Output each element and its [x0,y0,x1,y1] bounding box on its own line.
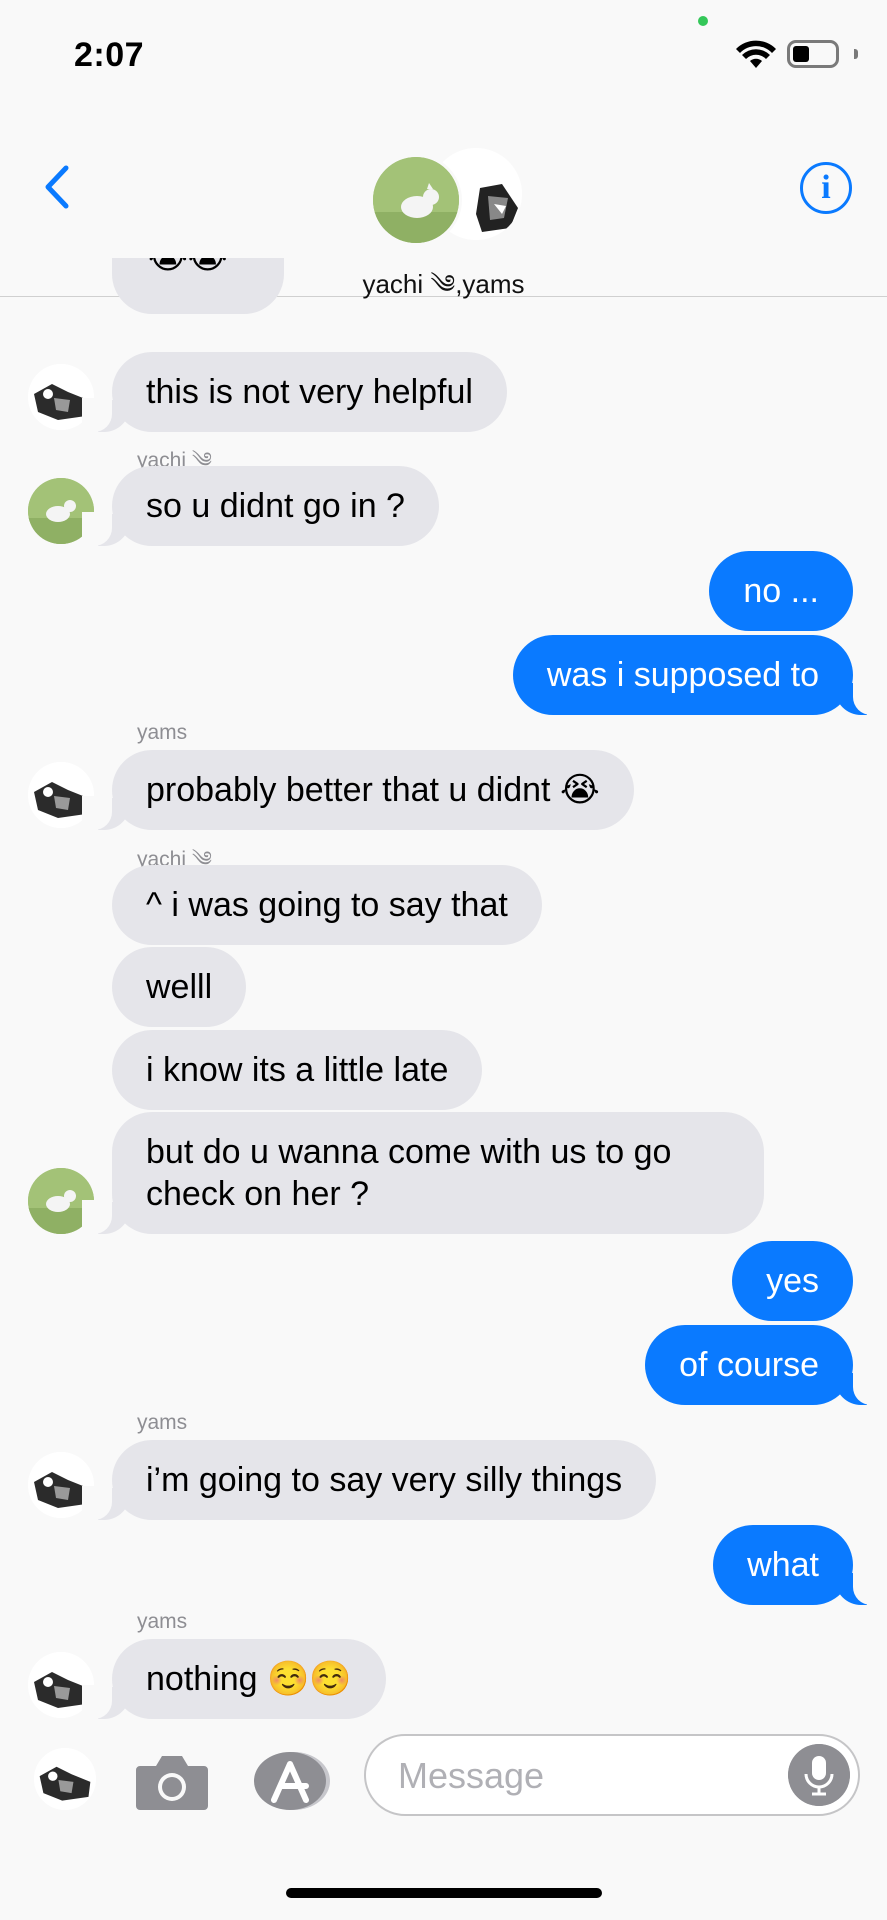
message-text: 😭😭 [148,258,227,278]
message-field[interactable] [364,1734,860,1816]
message-text: so u didnt go in ? [146,487,405,525]
message-bubble-incoming[interactable]: this is not very helpful [82,352,507,432]
message-text: ^ i was going to say that [146,886,508,924]
message-bubble-incoming[interactable]: ^ i was going to say that [112,865,542,945]
info-icon[interactable]: i [800,162,852,214]
message-text-line: check on her ? [146,1175,370,1213]
message-text: i know its a little late [146,1051,449,1089]
message-text: no ... [743,572,819,610]
home-indicator[interactable] [286,1888,602,1898]
message-input[interactable] [396,1750,780,1802]
status-bar: 2:07 [0,0,887,110]
camera-icon[interactable] [134,1752,210,1812]
message-text: what [747,1546,819,1584]
battery-icon [787,40,839,68]
sender-name: yams [137,1610,188,1633]
message-bubble-outgoing[interactable]: was i supposed to [512,635,884,715]
sender-name: yams [137,1411,188,1434]
message-bubble-incoming[interactable]: 😭😭 [112,258,284,314]
message-text-line: but do u wanna come with us to go [146,1133,672,1171]
avatar-yams [34,1748,96,1810]
message-bubble-incoming[interactable]: welll [112,947,247,1027]
message-bubble-incoming[interactable]: i’m going to say very silly things [81,1440,657,1520]
privacy-indicator-dot [698,16,708,26]
message-bubble-outgoing[interactable]: no ... [709,551,853,631]
message-bubble-incoming[interactable]: but do u wanna come with us to go check … [82,1112,764,1234]
message-bubble-incoming[interactable]: nothing ☺️☺️ [82,1639,386,1719]
message-text: yes [766,1262,819,1300]
message-text: this is not very helpful [146,373,473,411]
wifi-icon [736,40,776,68]
message-text: of course [679,1346,819,1384]
message-text: was i supposed to [546,656,819,694]
message-text: welll [146,968,213,1006]
message-bubble-incoming[interactable]: i know its a little late [112,1030,483,1110]
message-text: probably better that u didnt 😭 [146,771,600,809]
message-bubble-outgoing[interactable]: of course [645,1325,883,1405]
avatar-yachi [370,154,462,246]
sender-name: yams [137,721,188,744]
message-text: i’m going to say very silly things [146,1461,623,1499]
app-store-icon[interactable] [252,1750,332,1812]
message-bubble-incoming[interactable]: so u didnt go in ? [82,466,439,546]
battery-cap [854,49,858,59]
group-avatars[interactable] [370,148,522,248]
message-bubble-incoming[interactable]: probably better that u didnt 😭 [82,750,634,830]
message-bubble-outgoing[interactable]: yes [732,1241,853,1321]
message-bubble-outgoing[interactable]: what [713,1525,883,1605]
message-text: nothing ☺️☺️ [146,1660,352,1698]
microphone-icon[interactable] [788,1744,850,1806]
status-time: 2:07 [74,36,145,74]
chevron-left-icon[interactable] [38,162,78,212]
